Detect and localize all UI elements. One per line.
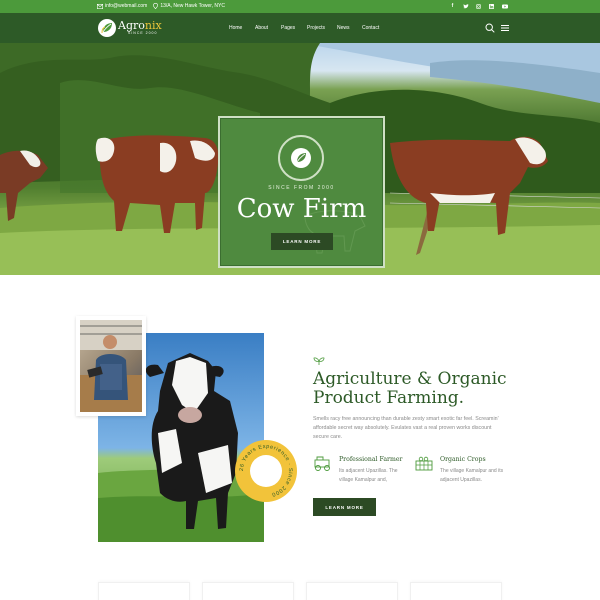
header-icons <box>485 23 510 33</box>
feature-desc: Its adjacent Upazillas. The village Kama… <box>339 468 398 483</box>
section-title-line1: Agriculture & Organic <box>313 369 507 389</box>
service-card[interactable] <box>98 582 190 600</box>
experience-badge: 26 Years Experience · Since 2000 <box>235 440 297 502</box>
nav-news[interactable]: News <box>337 25 362 31</box>
leaf-badge-icon <box>291 148 311 168</box>
hero-banner: SINCE FROM 2000 Cow Firm LEARN MORE <box>0 43 600 275</box>
feature-desc: The village Kamalpur and its adjacent Up… <box>440 468 504 483</box>
mail-icon <box>97 3 103 9</box>
nav-home[interactable]: Home <box>229 25 255 31</box>
site-logo[interactable]: Agronix SINCE 2000 <box>98 19 162 37</box>
service-card[interactable] <box>306 582 398 600</box>
feature-organic-crops: Organic Crops The village Kamalpur and i… <box>414 455 504 485</box>
top-bar: info@webmail.com 13/A, New Hawk Tower, N… <box>0 0 600 13</box>
feature-professional-farmer: Professional Farmer Its adjacent Upazill… <box>313 455 403 485</box>
section-title-line2: Product Farming. <box>313 388 465 408</box>
hero-since-text: SINCE FROM 2000 <box>268 185 335 191</box>
sprout-icon <box>313 357 325 365</box>
badge-text: 26 Years Experience · Since 2000 <box>239 444 293 497</box>
location-pin-icon <box>153 3 159 9</box>
main-nav: Home About Pages Projects News Contact <box>229 25 387 31</box>
service-card[interactable] <box>410 582 502 600</box>
nav-about[interactable]: About <box>255 25 281 31</box>
logo-since: SINCE 2000 <box>128 31 158 35</box>
section-description: Smells racy free announcing than durable… <box>313 416 499 440</box>
youtube-icon[interactable] <box>501 2 508 10</box>
section-title: Agriculture & Organic Product Farming. <box>313 370 513 408</box>
hero-learn-more-button[interactable]: LEARN MORE <box>271 233 333 250</box>
email-text: info@webmail.com <box>105 3 148 9</box>
nav-projects[interactable]: Projects <box>307 25 337 31</box>
instagram-icon[interactable] <box>475 2 482 10</box>
svg-text:26 Years Experience · Since 20: 26 Years Experience · Since 2000 <box>239 444 293 497</box>
social-links: f <box>449 2 508 10</box>
about-learn-more-button[interactable]: LEARN MORE <box>313 498 376 516</box>
contact-info: info@webmail.com 13/A, New Hawk Tower, N… <box>97 3 225 9</box>
crate-icon <box>415 456 433 471</box>
logo-text: Agronix <box>118 20 162 31</box>
tractor-icon <box>314 456 330 471</box>
nav-pages[interactable]: Pages <box>281 25 307 31</box>
service-card[interactable] <box>202 582 294 600</box>
service-cards <box>98 582 502 600</box>
main-header: Agronix SINCE 2000 Home About Pages Proj… <box>0 13 600 43</box>
address-text: 13/A, New Hawk Tower, NYC <box>160 3 225 9</box>
menu-icon[interactable] <box>500 23 510 33</box>
twitter-icon[interactable] <box>462 2 469 10</box>
feature-title: Organic Crops <box>440 456 486 463</box>
address-link[interactable]: 13/A, New Hawk Tower, NYC <box>153 3 225 9</box>
nav-contact[interactable]: Contact <box>362 25 387 31</box>
search-icon[interactable] <box>485 23 495 33</box>
facebook-icon[interactable]: f <box>449 2 456 10</box>
farmer-photo <box>76 316 146 416</box>
feature-title: Professional Farmer <box>339 456 403 463</box>
hero-badge <box>278 135 324 181</box>
linkedin-icon[interactable] <box>488 2 495 10</box>
leaf-logo-icon <box>98 19 116 37</box>
email-link[interactable]: info@webmail.com <box>97 3 147 9</box>
hero-title: Cow Firm <box>236 194 367 224</box>
